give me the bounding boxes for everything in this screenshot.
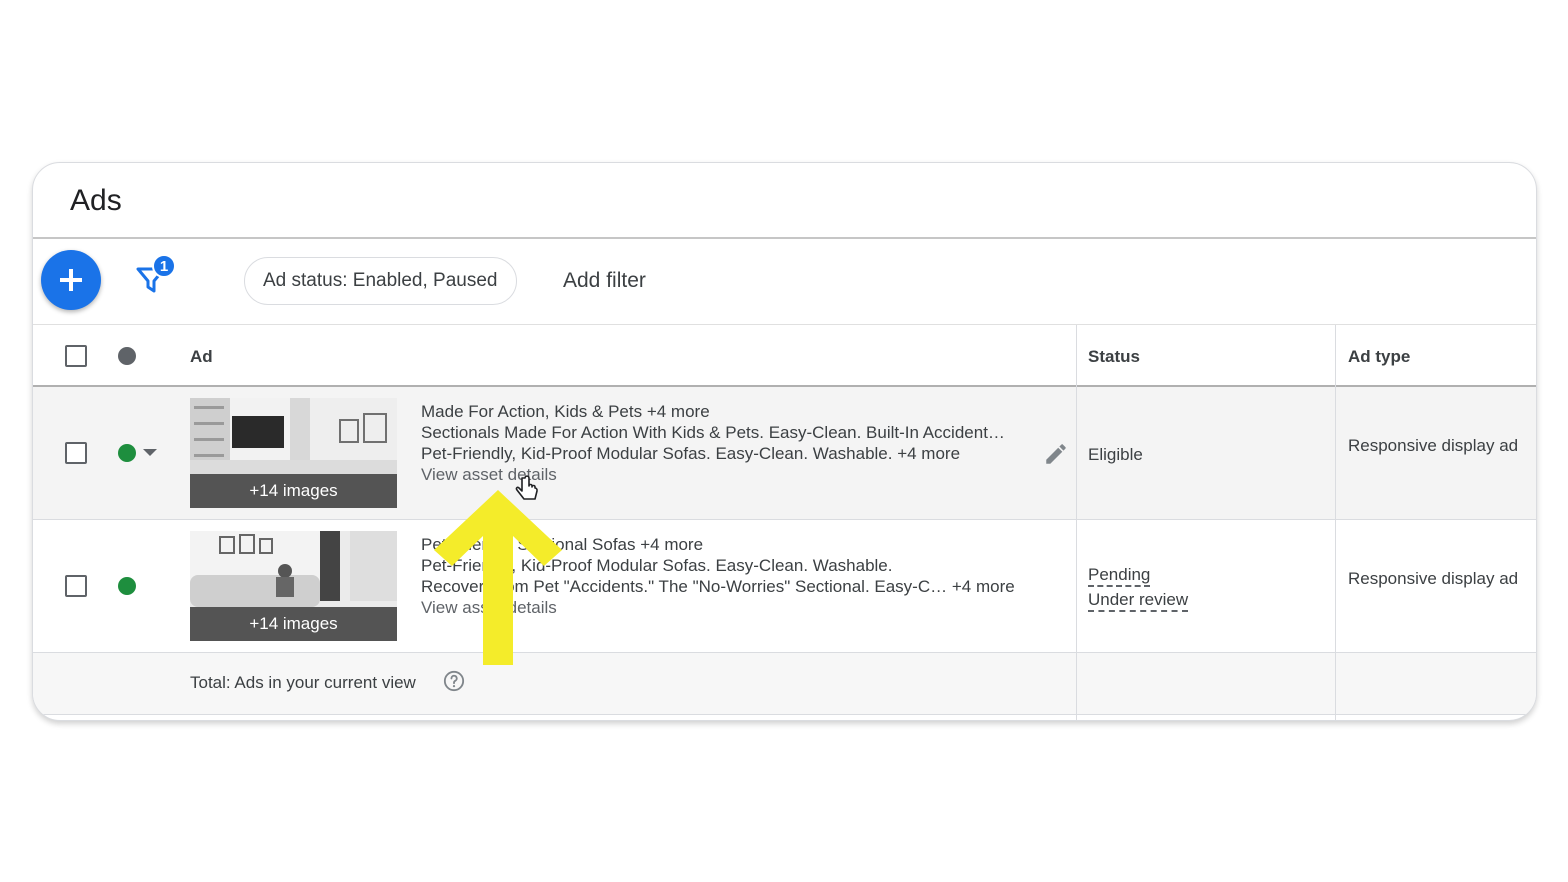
ad-headline: Made For Action, Kids & Pets +4 more (421, 402, 710, 421)
ads-card: Ads 1 Ad status: Enabled, Paused Add fil… (32, 162, 1537, 721)
row-checkbox[interactable] (65, 575, 87, 597)
ad-image-thumbnail[interactable]: +14 images (190, 531, 397, 641)
yellow-arrow-annotation (434, 490, 562, 665)
table-header: Ad Status Ad type (33, 325, 1536, 387)
chevron-down-icon[interactable] (143, 449, 157, 456)
ad-description: Sectionals Made For Action With Kids & P… (421, 423, 1005, 442)
images-count-label: +14 images (190, 607, 397, 641)
ad-type: Responsive display ad (1348, 436, 1519, 455)
row-checkbox[interactable] (65, 442, 87, 464)
status-under-review[interactable]: Under review (1088, 590, 1189, 612)
add-filter-button[interactable]: Add filter (563, 269, 646, 293)
status-dot-enabled[interactable] (118, 444, 136, 462)
pencil-icon[interactable] (1043, 441, 1069, 467)
images-count-label: +14 images (190, 474, 397, 508)
status-header-dot[interactable] (118, 347, 136, 365)
ad-image-thumbnail[interactable]: +14 images (190, 398, 397, 508)
column-divider (1335, 325, 1336, 720)
ad-status-filter-chip[interactable]: Ad status: Enabled, Paused (244, 257, 517, 305)
column-header-ad[interactable]: Ad (190, 347, 213, 367)
status-pending[interactable]: Pending (1088, 565, 1151, 587)
column-divider (1076, 325, 1077, 720)
table-row: +14 images Made For Action, Kids & Pets … (33, 387, 1536, 520)
ad-status-review: Under review (1088, 590, 1189, 612)
table-row: +14 images Pet-Friendly Sectional Sofas … (33, 520, 1536, 653)
ad-type: Responsive display ad (1348, 569, 1519, 588)
column-header-status[interactable]: Status (1088, 347, 1140, 367)
card-header: Ads (33, 163, 1536, 239)
ad-status: Eligible (1088, 445, 1143, 464)
add-ad-button[interactable] (41, 250, 101, 310)
ad-description: Pet-Friendly, Kid-Proof Modular Sofas. E… (421, 444, 961, 463)
select-all-checkbox[interactable] (65, 345, 87, 367)
total-label: Total: Ads in your current view (190, 673, 416, 692)
hand-cursor-icon (515, 475, 538, 500)
filter-count-badge: 1 (152, 254, 176, 278)
toolbar: 1 Ad status: Enabled, Paused Add filter (33, 241, 1536, 325)
ad-status-pending: Pending (1088, 565, 1151, 587)
column-header-ad-type[interactable]: Ad type (1348, 347, 1410, 367)
plus-icon (60, 269, 82, 291)
status-dot-enabled[interactable] (118, 577, 136, 595)
help-icon[interactable] (443, 670, 465, 692)
total-row: Total: Ads in your current view (33, 653, 1536, 715)
page-title: Ads (70, 184, 122, 217)
